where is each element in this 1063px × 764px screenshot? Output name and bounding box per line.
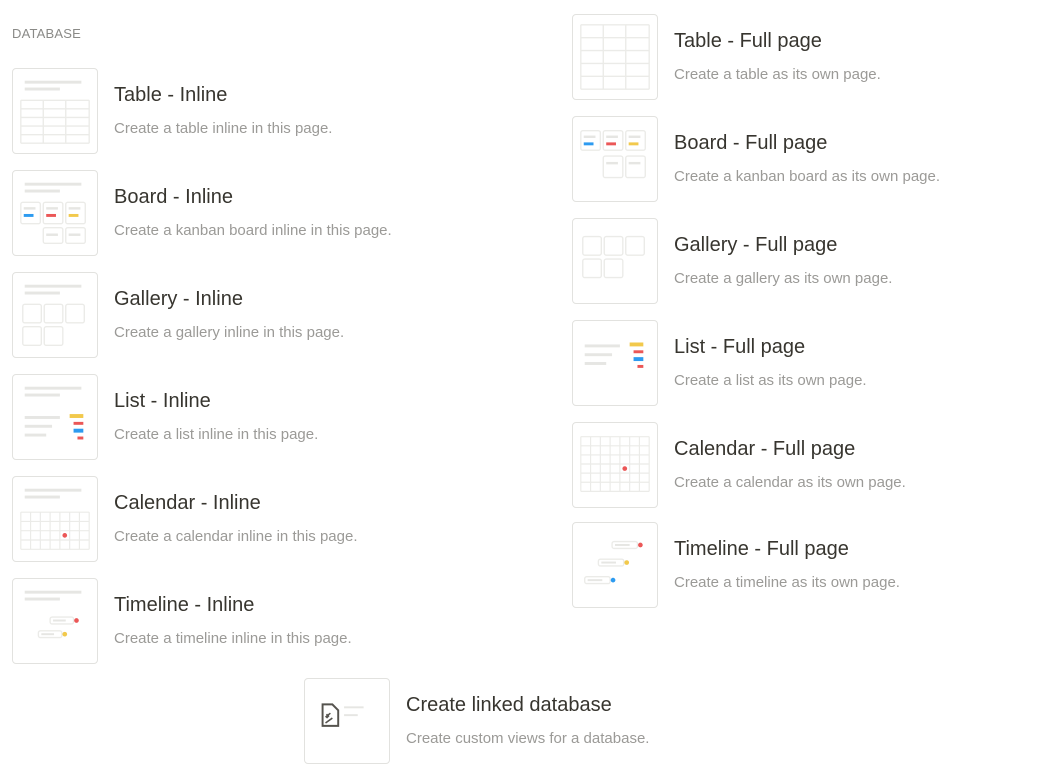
menu-item-list-full-page[interactable]: List - Full page Create a list as its ow… xyxy=(572,320,1042,412)
item-description: Create a timeline inline in this page. xyxy=(114,630,352,647)
table-icon xyxy=(12,68,98,154)
item-title: Create linked database xyxy=(406,694,612,716)
item-title: List - Inline xyxy=(114,390,211,412)
list-icon xyxy=(12,374,98,460)
item-description: Create a calendar inline in this page. xyxy=(114,528,358,545)
item-description: Create a gallery inline in this page. xyxy=(114,324,345,341)
menu-item-board-full-page[interactable]: Board - Full page Create a kanban board … xyxy=(572,116,1042,208)
section-label-database: DATABASE xyxy=(12,26,82,41)
item-title: Calendar - Full page xyxy=(674,438,856,460)
menu-item-table-inline[interactable]: Table - Inline Create a table inline in … xyxy=(12,68,482,160)
board-icon xyxy=(12,170,98,256)
item-description: Create a list inline in this page. xyxy=(114,426,319,443)
item-title: Board - Inline xyxy=(114,186,233,208)
list-icon xyxy=(572,320,658,406)
timeline-icon xyxy=(572,522,658,608)
item-title: Timeline - Inline xyxy=(114,594,255,616)
table-icon xyxy=(572,14,658,100)
menu-item-list-inline[interactable]: List - Inline Create a list inline in th… xyxy=(12,374,482,466)
menu-item-create-linked-database[interactable]: Create linked database Create custom vie… xyxy=(304,678,774,764)
calendar-icon xyxy=(12,476,98,562)
item-title: Gallery - Full page xyxy=(674,234,838,256)
item-description: Create a table as its own page. xyxy=(674,66,881,83)
gallery-icon xyxy=(12,272,98,358)
item-title: Table - Inline xyxy=(114,84,228,106)
linked-database-icon xyxy=(304,678,390,764)
board-icon xyxy=(572,116,658,202)
menu-item-table-full-page[interactable]: Table - Full page Create a table as its … xyxy=(572,14,1042,106)
item-title: Gallery - Inline xyxy=(114,288,243,310)
item-description: Create a calendar as its own page. xyxy=(674,474,906,491)
item-title: List - Full page xyxy=(674,336,806,358)
item-description: Create custom views for a database. xyxy=(406,730,650,747)
menu-item-calendar-inline[interactable]: Calendar - Inline Create a calendar inli… xyxy=(12,476,482,568)
menu-item-timeline-full-page[interactable]: Timeline - Full page Create a timeline a… xyxy=(572,522,1042,614)
menu-item-timeline-inline[interactable]: Timeline - Inline Create a timeline inli… xyxy=(12,578,482,670)
item-title: Timeline - Full page xyxy=(674,538,849,560)
item-title: Calendar - Inline xyxy=(114,492,261,514)
item-description: Create a list as its own page. xyxy=(674,372,867,389)
item-description: Create a kanban board inline in this pag… xyxy=(114,222,392,239)
item-description: Create a kanban board as its own page. xyxy=(674,168,941,185)
menu-item-calendar-full-page[interactable]: Calendar - Full page Create a calendar a… xyxy=(572,422,1042,514)
item-title: Board - Full page xyxy=(674,132,828,154)
menu-item-gallery-full-page[interactable]: Gallery - Full page Create a gallery as … xyxy=(572,218,1042,310)
timeline-icon xyxy=(12,578,98,664)
menu-item-gallery-inline[interactable]: Gallery - Inline Create a gallery inline… xyxy=(12,272,482,364)
menu-item-board-inline[interactable]: Board - Inline Create a kanban board inl… xyxy=(12,170,482,262)
gallery-icon xyxy=(572,218,658,304)
item-description: Create a table inline in this page. xyxy=(114,120,333,137)
item-description: Create a gallery as its own page. xyxy=(674,270,893,287)
item-title: Table - Full page xyxy=(674,30,822,52)
calendar-icon xyxy=(572,422,658,508)
item-description: Create a timeline as its own page. xyxy=(674,574,900,591)
